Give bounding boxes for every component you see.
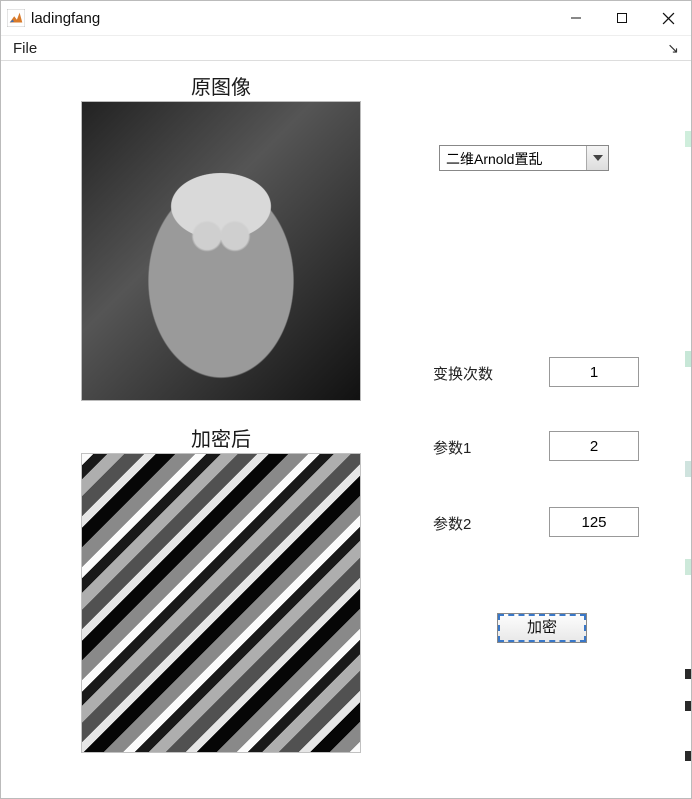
param1-input[interactable]: [549, 431, 639, 461]
edge-decoration: [685, 461, 691, 477]
algorithm-selected-label: 二维Arnold置乱: [440, 146, 586, 170]
window-title: ladingfang: [31, 10, 100, 27]
iterations-label: 变换次数: [433, 363, 493, 384]
matlab-icon: [7, 9, 25, 27]
app-window: ladingfang File ↘ 原图像 加密后 二维Arnold置乱: [0, 0, 692, 799]
menubar: File ↘: [1, 35, 691, 61]
original-image: [81, 101, 361, 401]
encrypted-image: [81, 453, 361, 753]
edge-decoration: [685, 751, 691, 761]
encrypted-image-title: 加密后: [81, 423, 361, 452]
edge-decoration: [685, 559, 691, 575]
iterations-input[interactable]: [549, 357, 639, 387]
window-controls: [553, 1, 691, 35]
edge-decoration: [685, 351, 691, 367]
original-image-title: 原图像: [81, 71, 361, 100]
param1-label: 参数1: [433, 437, 471, 458]
menu-file[interactable]: File: [5, 38, 45, 59]
content-area: 原图像 加密后 二维Arnold置乱 变换次数 参数1 参数2 加密: [1, 61, 691, 798]
encrypt-button[interactable]: 加密: [497, 613, 587, 643]
param2-label: 参数2: [433, 513, 471, 534]
close-button[interactable]: [645, 3, 691, 33]
titlebar: ladingfang: [1, 1, 691, 35]
param2-input[interactable]: [549, 507, 639, 537]
maximize-button[interactable]: [599, 3, 645, 33]
edge-decoration: [685, 701, 691, 711]
minimize-button[interactable]: [553, 3, 599, 33]
toolbar-overflow-icon[interactable]: ↘: [667, 40, 687, 57]
edge-decoration: [685, 669, 691, 679]
chevron-down-icon: [586, 146, 608, 170]
algorithm-dropdown[interactable]: 二维Arnold置乱: [439, 145, 609, 171]
edge-decoration: [685, 131, 691, 147]
